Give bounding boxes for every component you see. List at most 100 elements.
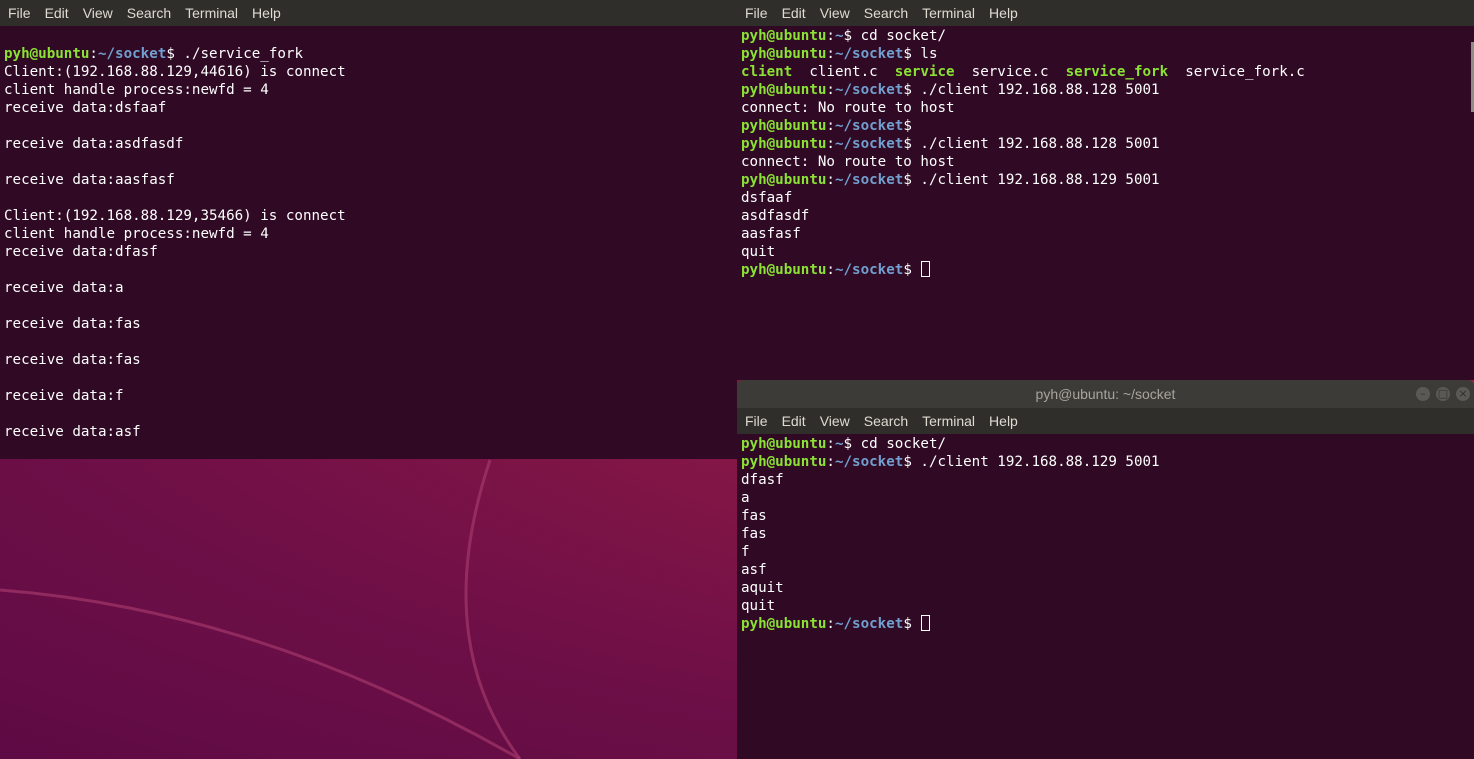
prompt-colon: : [826, 616, 835, 632]
prompt-colon: : [826, 82, 835, 98]
prompt-dollar: $ [843, 28, 861, 44]
prompt-path: ~/socket [834, 136, 904, 152]
prompt-line: pyh@ubuntu:~$ cd socket/ [737, 27, 1474, 45]
output-line: quit [741, 244, 776, 260]
menu-terminal[interactable]: Terminal [915, 408, 982, 434]
prompt-user: pyh@ubuntu [741, 616, 827, 632]
prompt-user: pyh@ubuntu [741, 172, 827, 188]
output-line: aquit [741, 580, 784, 596]
prompt-colon: : [826, 46, 835, 62]
file-entry: service.c [971, 64, 1049, 80]
prompt-path: ~/socket [834, 616, 904, 632]
output-line: fas [741, 526, 767, 542]
prompt-colon: : [826, 136, 835, 152]
prompt-path: ~ [834, 28, 844, 44]
output-line: fas [741, 508, 767, 524]
command-text: ./client 192.168.88.128 5001 [920, 136, 1160, 152]
prompt-dollar: $ [903, 454, 921, 470]
prompt-user: pyh@ubuntu [741, 118, 827, 134]
maximize-icon[interactable]: □ [1436, 387, 1450, 401]
command-text: cd socket/ [860, 28, 947, 44]
menu-terminal[interactable]: Terminal [178, 0, 245, 26]
prompt-path: ~/socket [834, 82, 904, 98]
menu-view[interactable]: View [813, 0, 857, 26]
minimize-icon[interactable]: – [1416, 387, 1430, 401]
menu-search[interactable]: Search [120, 0, 178, 26]
client1-menubar: File Edit View Search Terminal Help [737, 0, 1474, 26]
menu-edit[interactable]: Edit [38, 0, 76, 26]
output-line: receive data:fas [4, 316, 141, 332]
prompt-user: pyh@ubuntu [741, 46, 827, 62]
server-terminal-output[interactable]: pyh@ubuntu:~/socket$ ./service_fork Clien… [0, 26, 737, 459]
prompt-colon: : [826, 172, 835, 188]
prompt-user: pyh@ubuntu [741, 262, 827, 278]
prompt-user: pyh@ubuntu [741, 82, 827, 98]
menu-help[interactable]: Help [982, 408, 1025, 434]
command-text: ls [920, 46, 938, 62]
output-line: aasfasf [741, 226, 801, 242]
output-line: dsfaaf [741, 190, 793, 206]
window-title: pyh@ubuntu: ~/socket [1035, 386, 1176, 402]
prompt-path: ~/socket [834, 172, 904, 188]
menu-help[interactable]: Help [245, 0, 288, 26]
menu-search[interactable]: Search [857, 0, 915, 26]
client1-terminal-window: File Edit View Search Terminal Help pyh@… [737, 0, 1474, 380]
client2-terminal-output[interactable]: pyh@ubuntu:~$ cd socket/pyh@ubuntu:~/soc… [737, 434, 1474, 759]
menu-edit[interactable]: Edit [775, 408, 813, 434]
menu-file[interactable]: File [737, 0, 775, 26]
prompt-dollar: $ [843, 436, 861, 452]
client2-titlebar[interactable]: pyh@ubuntu: ~/socket – □ × [737, 380, 1474, 408]
output-line: receive data:dsfaaf [4, 100, 167, 116]
client1-terminal-output[interactable]: pyh@ubuntu:~$ cd socket/pyh@ubuntu:~/soc… [737, 26, 1474, 380]
server-terminal-window: File Edit View Search Terminal Help pyh@… [0, 0, 737, 459]
prompt-line: pyh@ubuntu:~/socket$ ./client 192.168.88… [737, 453, 1474, 471]
prompt-dollar: $ [166, 46, 184, 62]
output-line: receive data:fas [4, 352, 141, 368]
client2-menubar: File Edit View Search Terminal Help [737, 408, 1474, 434]
output-line: receive data:dfasf [4, 244, 158, 260]
client2-terminal-window: pyh@ubuntu: ~/socket – □ × File Edit Vie… [737, 380, 1474, 759]
command-text: cd socket/ [860, 436, 947, 452]
menu-edit[interactable]: Edit [775, 0, 813, 26]
prompt-line: pyh@ubuntu:~/socket$ [737, 615, 1474, 633]
menu-file[interactable]: File [0, 0, 38, 26]
prompt-dollar: $ [903, 136, 921, 152]
menu-terminal[interactable]: Terminal [915, 0, 982, 26]
output-line: receive data:f [4, 388, 124, 404]
output-line: f [741, 544, 750, 560]
prompt-line: pyh@ubuntu:~$ cd socket/ [737, 435, 1474, 453]
menu-view[interactable]: View [76, 0, 120, 26]
prompt-user: pyh@ubuntu [741, 454, 827, 470]
command-text: ./client 192.168.88.128 5001 [920, 82, 1160, 98]
prompt-line: pyh@ubuntu:~/socket$ [737, 117, 1474, 135]
prompt-colon: : [826, 454, 835, 470]
prompt-dollar: $ [903, 172, 921, 188]
prompt-dollar: $ [903, 82, 921, 98]
close-icon[interactable]: × [1456, 387, 1470, 401]
prompt-line: pyh@ubuntu:~/socket$ ./client 192.168.88… [737, 135, 1474, 153]
prompt-path: ~/socket [834, 454, 904, 470]
prompt-dollar: $ [903, 616, 921, 632]
prompt-dollar: $ [903, 262, 921, 278]
prompt-path: ~/socket [97, 46, 167, 62]
output-line: Client:(192.168.88.129,44616) is connect [4, 64, 346, 80]
menu-search[interactable]: Search [857, 408, 915, 434]
menu-file[interactable]: File [737, 408, 775, 434]
prompt-dollar: $ [903, 46, 921, 62]
output-line: receive data:aasfasf [4, 172, 175, 188]
prompt-user: pyh@ubuntu [741, 436, 827, 452]
menu-help[interactable]: Help [982, 0, 1025, 26]
output-line: connect: No route to host [741, 100, 955, 116]
terminal-cursor [921, 615, 931, 631]
prompt-path: ~ [834, 436, 844, 452]
output-line: connect: No route to host [741, 154, 955, 170]
menu-view[interactable]: View [813, 408, 857, 434]
output-line: Client:(192.168.88.129,35466) is connect [4, 208, 346, 224]
output-line: asdfasdf [741, 208, 810, 224]
file-separator [955, 64, 972, 80]
